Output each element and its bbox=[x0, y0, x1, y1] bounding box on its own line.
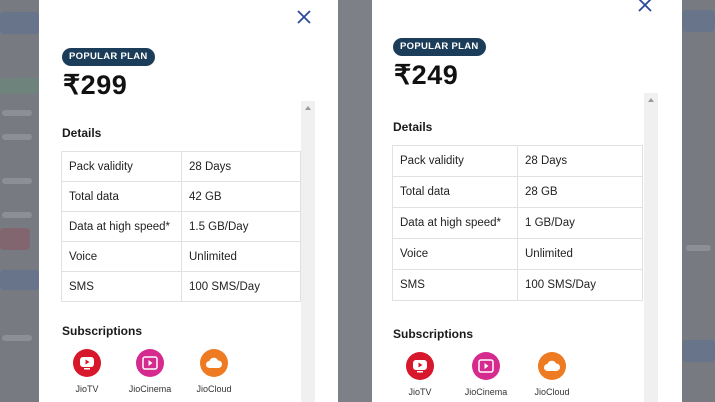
row-value: Unlimited bbox=[517, 238, 643, 270]
close-icon bbox=[638, 0, 652, 12]
close-icon bbox=[297, 10, 311, 24]
subscription-label: JioTV bbox=[75, 384, 99, 394]
table-row: Total data 28 GB bbox=[392, 176, 643, 208]
row-value: 1.5 GB/Day bbox=[181, 211, 301, 242]
row-label: SMS bbox=[61, 271, 182, 302]
background-text bbox=[2, 178, 32, 184]
row-value: 100 SMS/Day bbox=[517, 269, 643, 301]
background-text bbox=[2, 212, 32, 218]
subscription-jiocloud[interactable]: JioCloud bbox=[184, 349, 244, 394]
subscriptions-heading: Subscriptions bbox=[393, 327, 474, 341]
table-row: Data at high speed* 1 GB/Day bbox=[392, 207, 643, 239]
subscriptions-heading: Subscriptions bbox=[62, 324, 143, 338]
plan-details-modal-299: POPULAR PLAN ₹299 Details Pack validity … bbox=[39, 0, 338, 402]
row-label: Data at high speed* bbox=[392, 207, 518, 239]
scrollbar[interactable] bbox=[301, 101, 315, 402]
popular-plan-badge: POPULAR PLAN bbox=[62, 48, 155, 66]
close-button[interactable] bbox=[636, 0, 654, 14]
table-row: Data at high speed* 1.5 GB/Day bbox=[61, 211, 301, 242]
plan-price: ₹249 bbox=[394, 60, 459, 90]
row-value: 28 Days bbox=[181, 151, 301, 182]
row-label: Total data bbox=[392, 176, 518, 208]
row-label: Voice bbox=[61, 241, 182, 272]
close-button[interactable] bbox=[295, 8, 313, 26]
background-text bbox=[2, 110, 32, 116]
table-row: Pack validity 28 Days bbox=[61, 151, 301, 182]
plan-details-modal-249: POPULAR PLAN ₹249 Details Pack validity … bbox=[372, 0, 682, 402]
table-row: SMS 100 SMS/Day bbox=[61, 271, 301, 302]
subscription-jiocinema[interactable]: JioCinema bbox=[456, 352, 516, 397]
subscription-jiotv[interactable]: JioTV bbox=[57, 349, 117, 394]
background-bar bbox=[0, 270, 39, 290]
scroll-up-arrow-icon[interactable] bbox=[648, 98, 654, 102]
subscription-jiocinema[interactable]: JioCinema bbox=[120, 349, 180, 394]
row-value: 1 GB/Day bbox=[517, 207, 643, 239]
jiotv-icon bbox=[406, 352, 434, 380]
subscription-label: JioCloud bbox=[196, 384, 232, 394]
row-label: Pack validity bbox=[392, 145, 518, 177]
plan-details-table: Pack validity 28 Days Total data 28 GB D… bbox=[392, 145, 643, 301]
scrollbar[interactable] bbox=[644, 93, 658, 402]
subscription-jiocloud[interactable]: JioCloud bbox=[522, 352, 582, 397]
popular-plan-badge: POPULAR PLAN bbox=[393, 38, 486, 56]
table-row: Total data 42 GB bbox=[61, 181, 301, 212]
background-bar bbox=[0, 12, 39, 34]
jiocinema-icon bbox=[136, 349, 164, 377]
subscription-label: JioCinema bbox=[464, 387, 508, 397]
jiocinema-icon bbox=[472, 352, 500, 380]
background-text bbox=[2, 134, 32, 140]
row-label: SMS bbox=[392, 269, 518, 301]
background-bar bbox=[0, 228, 30, 250]
table-row: Voice Unlimited bbox=[392, 238, 643, 270]
subscription-label: JioCinema bbox=[128, 384, 172, 394]
row-label: Pack validity bbox=[61, 151, 182, 182]
table-row: Pack validity 28 Days bbox=[392, 145, 643, 177]
subscription-jiotv[interactable]: JioTV bbox=[390, 352, 450, 397]
row-value: 28 Days bbox=[517, 145, 643, 177]
details-heading: Details bbox=[393, 120, 433, 134]
jiocloud-icon bbox=[200, 349, 228, 377]
plan-price: ₹299 bbox=[63, 70, 128, 100]
row-label: Data at high speed* bbox=[61, 211, 182, 242]
row-value: 42 GB bbox=[181, 181, 301, 212]
scroll-up-arrow-icon[interactable] bbox=[305, 106, 311, 110]
table-row: Voice Unlimited bbox=[61, 241, 301, 272]
subscription-label: JioTV bbox=[408, 387, 432, 397]
background-bar bbox=[682, 10, 715, 32]
background-text bbox=[686, 245, 711, 251]
plan-details-table: Pack validity 28 Days Total data 42 GB D… bbox=[61, 151, 301, 302]
background-gap bbox=[338, 0, 372, 402]
jiocloud-icon bbox=[538, 352, 566, 380]
row-value: Unlimited bbox=[181, 241, 301, 272]
subscription-label: JioCloud bbox=[534, 387, 570, 397]
row-label: Voice bbox=[392, 238, 518, 270]
table-row: SMS 100 SMS/Day bbox=[392, 269, 643, 301]
background-bar bbox=[0, 78, 39, 94]
row-value: 28 GB bbox=[517, 176, 643, 208]
row-value: 100 SMS/Day bbox=[181, 271, 301, 302]
background-bar bbox=[682, 340, 715, 362]
details-heading: Details bbox=[62, 126, 102, 140]
row-label: Total data bbox=[61, 181, 182, 212]
background-text bbox=[2, 335, 32, 341]
jiotv-icon bbox=[73, 349, 101, 377]
